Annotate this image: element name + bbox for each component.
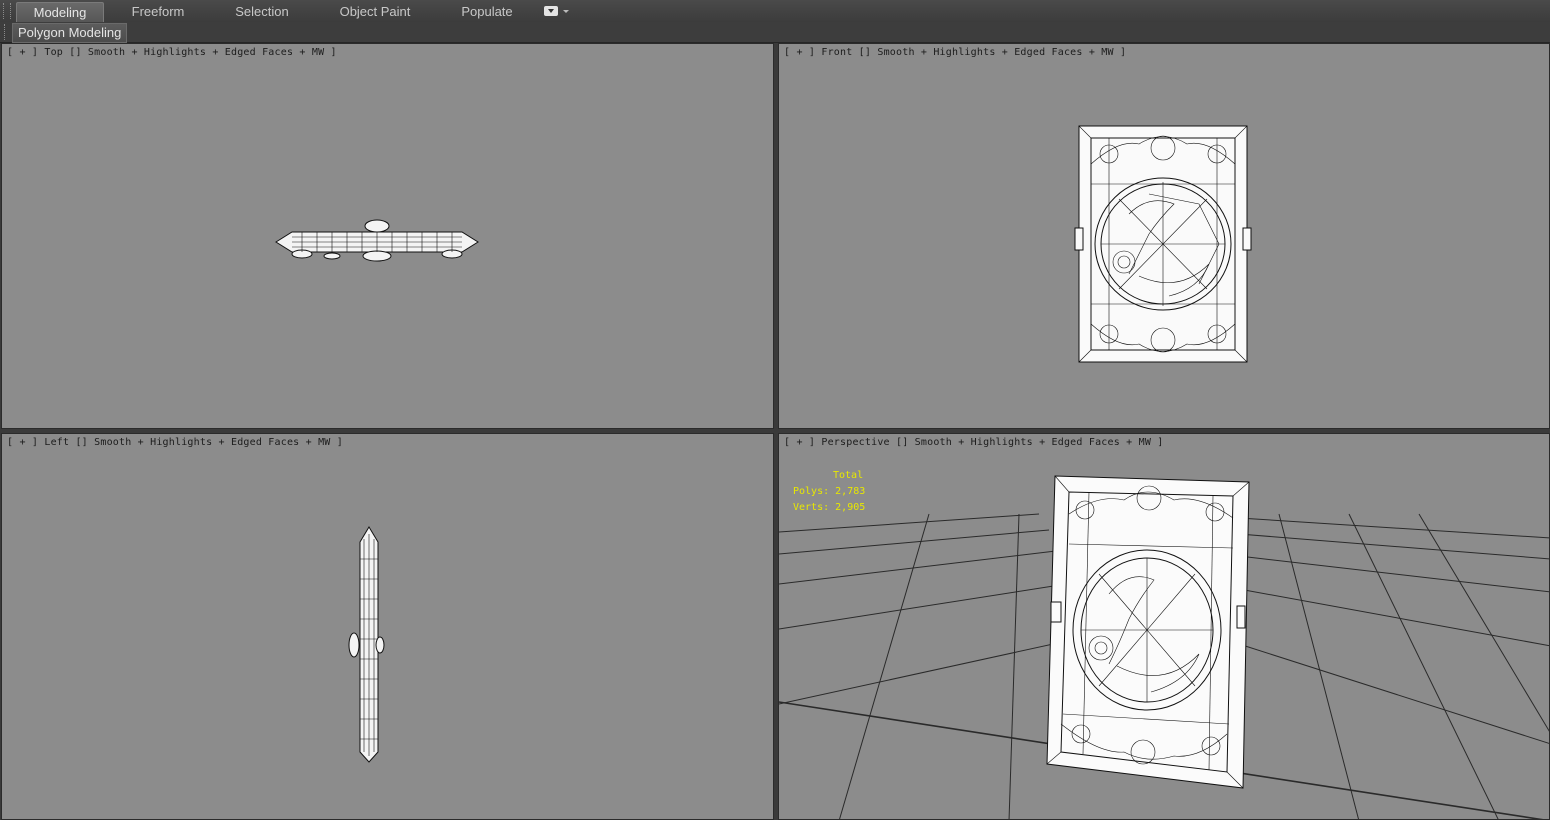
- viewport-left[interactable]: [ + ] Left [] Smooth + Highlights + Edge…: [1, 433, 774, 820]
- tab-modeling[interactable]: Modeling: [16, 2, 104, 22]
- tab-selection[interactable]: Selection: [220, 2, 304, 21]
- chevron-down-icon[interactable]: [563, 10, 569, 13]
- left-view-mesh: [348, 526, 385, 763]
- stats-polys: Polys: 2,783: [793, 486, 866, 497]
- stats-title: Total: [833, 470, 864, 481]
- ribbon-grip[interactable]: [3, 3, 11, 19]
- ribbon-bar: Modeling Freeform Selection Object Paint…: [0, 0, 1550, 23]
- ribbon-panel-bar: Polygon Modeling: [0, 22, 1550, 43]
- stats-verts: Verts: 2,905: [793, 502, 866, 513]
- ribbon-options-icon[interactable]: [544, 6, 558, 16]
- scene-statistics: Total Polys: 2,783 Verts: 2,905: [793, 468, 865, 516]
- viewport-front[interactable]: [ + ] Front [] Smooth + Highlights + Edg…: [778, 43, 1550, 429]
- polygon-modeling-panel[interactable]: Polygon Modeling: [12, 23, 128, 43]
- tab-freeform[interactable]: Freeform: [116, 2, 200, 21]
- viewport-top[interactable]: [ + ] Top [] Smooth + Highlights + Edged…: [1, 43, 774, 429]
- perspective-grid: [779, 475, 1549, 819]
- front-view-mesh: [1074, 125, 1252, 363]
- viewport-label-perspective[interactable]: [ + ] Perspective [] Smooth + Highlights…: [784, 437, 1164, 448]
- viewport-perspective[interactable]: [ + ] Perspective [] Smooth + Highlights…: [778, 433, 1550, 820]
- tab-populate[interactable]: Populate: [446, 2, 528, 21]
- panel-grip[interactable]: [4, 24, 10, 40]
- tab-object-paint[interactable]: Object Paint: [330, 2, 420, 21]
- top-view-mesh: [275, 219, 479, 262]
